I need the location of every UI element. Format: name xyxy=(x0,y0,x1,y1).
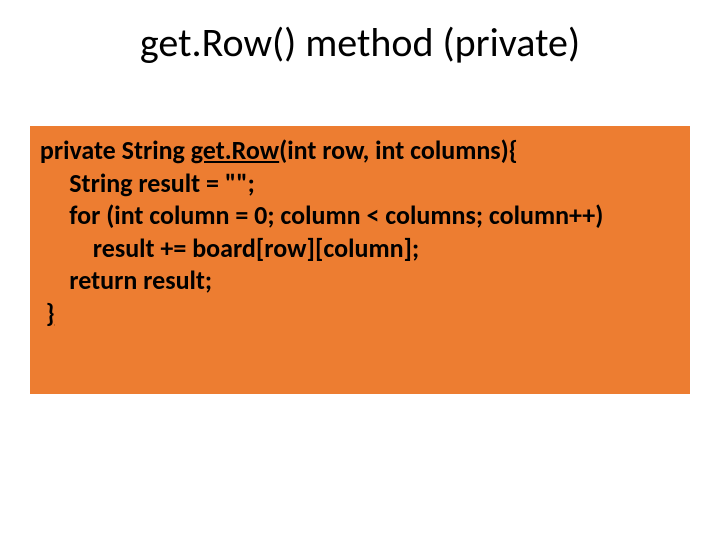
code-line-6: } xyxy=(34,297,686,330)
code-line-2: String result = ""; xyxy=(34,167,686,200)
slide-title: get.Row() method (private) xyxy=(0,18,720,67)
code-text: (int row, int columns){ xyxy=(279,134,518,166)
code-line-1: private String get.Row(int row, int colu… xyxy=(34,134,686,167)
code-line-3: for (int column = 0; column < columns; c… xyxy=(34,199,686,232)
code-line-5: return result; xyxy=(34,264,686,297)
slide: get.Row() method (private) private Strin… xyxy=(0,0,720,540)
code-block: private String get.Row(int row, int colu… xyxy=(30,126,690,394)
closing-brace-underlined: } xyxy=(46,297,55,329)
code-text: private String xyxy=(34,134,191,166)
code-line-4: result += board[row][column]; xyxy=(34,232,686,265)
method-name-underlined: get.Row xyxy=(191,134,279,166)
code-indent xyxy=(34,297,46,329)
